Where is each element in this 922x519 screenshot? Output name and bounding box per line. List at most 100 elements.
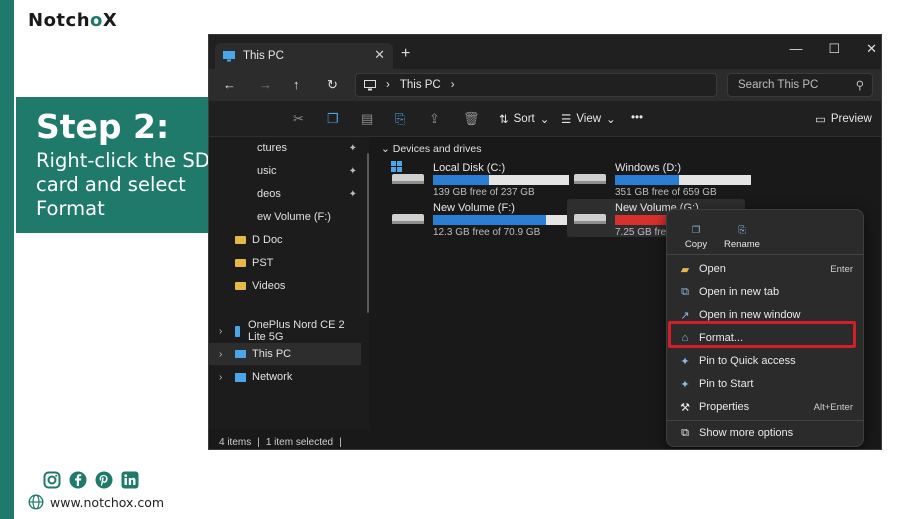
website-link[interactable]: www.notchox.com [28, 494, 164, 510]
new-tab-icon[interactable]: + [401, 45, 410, 63]
copy-icon: ❐ [691, 225, 701, 236]
navigation-pane: ctures ✦ usic ✦ deos ✦ ew Volume (F:) D Doc… [209, 137, 369, 429]
delete-icon[interactable]: 🗑 [463, 111, 480, 127]
sidebar-item-this-pc[interactable]: › This PC [209, 343, 361, 365]
drive-icon [574, 174, 606, 184]
share-icon[interactable]: ⇪ [429, 111, 440, 127]
monitor-icon [223, 50, 235, 61]
sidebar-item-pst[interactable]: PST [209, 252, 361, 274]
file-explorer-window: This PC ✕ + — ☐ ✕ ← → ↑ ↻ › This PC › Se… [208, 34, 882, 450]
more-options-button[interactable]: ••• [631, 112, 643, 124]
pinterest-icon[interactable] [94, 470, 114, 490]
wrench-icon: ⚒ [680, 401, 690, 414]
breadcrumb-this-pc[interactable]: This PC [400, 79, 441, 91]
social-links [42, 470, 140, 490]
folder-icon [235, 259, 246, 267]
monitor-icon [235, 350, 246, 358]
menu-item-open-new-tab[interactable]: ⧉ Open in new tab [669, 281, 861, 303]
tab-this-pc[interactable]: This PC ✕ [215, 43, 393, 69]
close-tab-icon[interactable]: ✕ [374, 47, 385, 63]
pin-start-icon: ✦ [680, 378, 690, 391]
pin-icon: ✦ [348, 142, 357, 154]
copy-icon[interactable]: ❐ [327, 111, 339, 127]
copy-button[interactable]: ❐ Copy [675, 216, 717, 250]
devices-section-header[interactable]: ⌄ Devices and drives [381, 143, 481, 155]
chevron-down-icon: ⌄ [381, 143, 390, 155]
new-window-icon: ↗ [680, 309, 690, 322]
capacity-bar [433, 175, 569, 185]
search-icon: ⚲ [855, 80, 864, 92]
folder-icon [235, 236, 246, 244]
menu-item-pin-start[interactable]: ✦ Pin to Start [669, 373, 861, 395]
address-bar[interactable]: › This PC › [355, 73, 717, 97]
sidebar-item-videos-pinned[interactable]: deos ✦ [209, 183, 361, 205]
search-input[interactable]: Search This PC ⚲ [727, 73, 873, 97]
breadcrumb-separator-icon: › [386, 79, 390, 91]
sidebar-scrollbar[interactable] [367, 153, 369, 313]
command-bar: ✂ ❐ ▤ ⎘ ⇪ 🗑 ⇅ Sort ⌄ ☰ View ⌄ ••• ▭ Preview [209, 101, 881, 137]
sort-icon: ⇅ [499, 114, 509, 126]
drive-icon [574, 214, 606, 224]
refresh-icon[interactable]: ↻ [327, 77, 338, 93]
sidebar-item-oneplus[interactable]: › OnePlus Nord CE 2 Lite 5G [209, 319, 361, 343]
linkedin-icon[interactable] [120, 470, 140, 490]
chevron-down-icon: ⌄ [539, 114, 550, 126]
pin-icon: ✦ [348, 165, 357, 177]
phone-icon [235, 325, 241, 337]
rename-button[interactable]: ⎘ Rename [721, 216, 763, 250]
menu-item-open[interactable]: ▰ Open Enter [669, 258, 861, 280]
up-icon[interactable]: ↑ [293, 77, 300, 92]
drive-f[interactable]: New Volume (F:) 12.3 GB free of 70.9 GB [385, 199, 569, 238]
more-options-icon: ⧉ [681, 426, 689, 439]
rename-icon: ⎘ [738, 225, 746, 236]
chevron-right-icon[interactable]: › [219, 349, 222, 360]
chevron-right-icon[interactable]: › [219, 372, 222, 383]
capacity-bar [615, 175, 751, 185]
menu-item-show-more-options[interactable]: ⧉ Show more options [669, 422, 861, 444]
paste-icon[interactable]: ▤ [361, 111, 373, 127]
chevron-right-icon[interactable]: › [219, 326, 222, 337]
facebook-icon[interactable] [68, 470, 88, 490]
close-window-icon[interactable]: ✕ [866, 41, 877, 57]
drive-icon [392, 174, 424, 184]
instagram-icon[interactable] [42, 470, 62, 490]
back-icon[interactable]: ← [223, 77, 236, 92]
sort-button[interactable]: ⇅ Sort ⌄ [499, 112, 549, 126]
breadcrumb-chevron-icon[interactable]: › [451, 79, 455, 91]
capacity-bar [433, 215, 569, 225]
windows-logo-icon [391, 161, 402, 172]
globe-icon [28, 494, 44, 510]
computer-icon [364, 79, 376, 90]
sidebar-item-videos[interactable]: Videos [209, 275, 361, 297]
cut-icon[interactable]: ✂ [293, 111, 304, 127]
view-icon: ☰ [561, 114, 572, 126]
format-highlight-box [668, 321, 856, 348]
forward-icon[interactable]: → [259, 77, 272, 92]
drive-icon [392, 214, 424, 224]
folder-open-icon: ▰ [680, 263, 690, 276]
sidebar-item-network[interactable]: › Network [209, 366, 361, 388]
drive-d[interactable]: Windows (D:) 351 GB free of 659 GB [567, 159, 751, 198]
sidebar-item-new-volume-f[interactable]: ew Volume (F:) [209, 206, 361, 228]
rename-icon[interactable]: ⎘ [395, 111, 405, 127]
left-accent-stripe [0, 0, 14, 519]
preview-button[interactable]: ▭ Preview [815, 112, 872, 126]
view-button[interactable]: ☰ View ⌄ [561, 112, 616, 126]
sidebar-item-pictures[interactable]: ctures ✦ [209, 137, 361, 159]
title-bar: This PC ✕ + — ☐ ✕ [209, 35, 881, 69]
sidebar-item-music[interactable]: usic ✦ [209, 160, 361, 182]
drive-c[interactable]: Local Disk (C:) 139 GB free of 237 GB [385, 159, 569, 198]
minimize-icon[interactable]: — [789, 41, 802, 57]
chevron-down-icon: ⌄ [606, 114, 616, 126]
menu-item-properties[interactable]: ⚒ Properties Alt+Enter [669, 396, 861, 418]
network-icon [235, 372, 246, 382]
sidebar-item-d-doc[interactable]: D Doc [209, 229, 361, 251]
maximize-icon[interactable]: ☐ [828, 41, 840, 57]
tab-label: This PC [243, 50, 284, 62]
new-tab-icon: ⧉ [681, 285, 689, 298]
notchox-logo: NotchoX [28, 10, 118, 31]
preview-pane-icon: ▭ [815, 114, 826, 126]
menu-item-pin-quick-access[interactable]: ✦ Pin to Quick access [669, 350, 861, 372]
folder-icon [235, 282, 246, 290]
pin-icon: ✦ [348, 188, 357, 200]
